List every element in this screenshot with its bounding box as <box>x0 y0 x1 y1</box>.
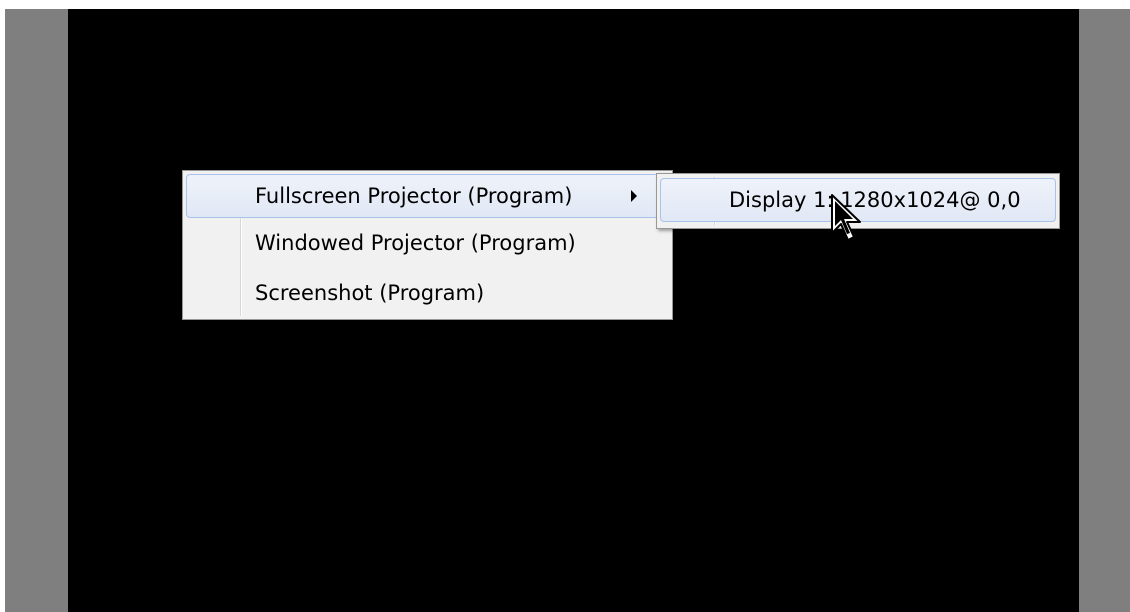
chevron-right-icon <box>631 190 637 202</box>
menu-item-label: Fullscreen Projector (Program) <box>255 184 573 208</box>
context-menu: Fullscreen Projector (Program) Windowed … <box>182 170 673 320</box>
mouse-pointer-icon <box>831 194 861 241</box>
menu-item-label: Screenshot (Program) <box>255 281 485 305</box>
menu-item-fullscreen-projector[interactable]: Fullscreen Projector (Program) <box>186 174 669 218</box>
menu-item-label: Windowed Projector (Program) <box>255 231 576 255</box>
submenu-item-label: Display 1: 1280x1024@ 0,0 <box>729 188 1021 212</box>
menu-item-screenshot[interactable]: Screenshot (Program) <box>186 271 669 315</box>
menu-item-windowed-projector[interactable]: Windowed Projector (Program) <box>186 221 669 265</box>
